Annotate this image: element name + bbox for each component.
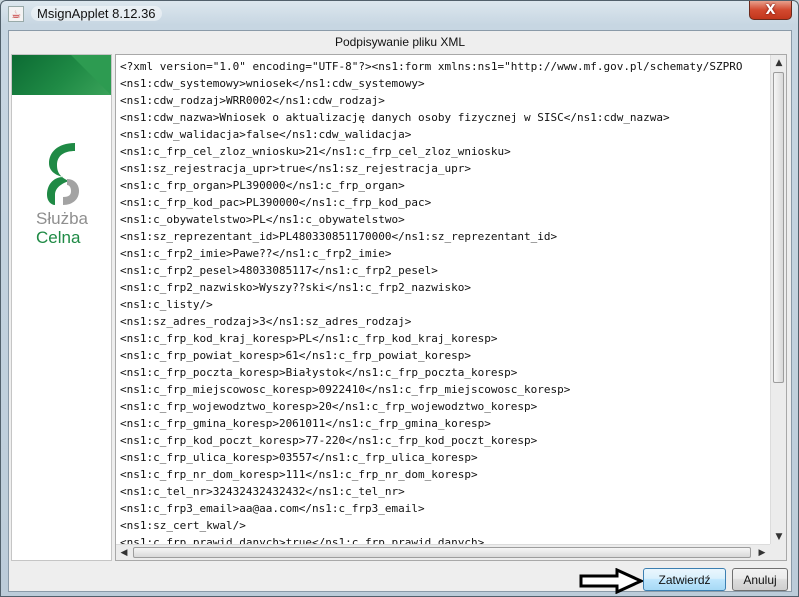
xml-line: <ns1:c_frp_poczta_koresp>Białystok</ns1:… xyxy=(120,366,518,379)
confirm-button[interactable]: Zatwierdź xyxy=(643,568,726,591)
xml-line: <ns1:cdw_nazwa>Wniosek o aktualizację da… xyxy=(120,111,670,124)
logo-panel: Służba Celna xyxy=(11,54,112,561)
cancel-button[interactable]: Anuluj xyxy=(732,568,788,591)
xml-line: <ns1:c_frp_wojewodztwo_koresp>20</ns1:c_… xyxy=(120,400,538,413)
xml-line: <ns1:c_frp_nr_dom_koresp>111</ns1:c_frp_… xyxy=(120,468,478,481)
horizontal-scroll-thumb[interactable] xyxy=(133,547,751,558)
xml-text-area[interactable]: <?xml version="1.0" encoding="UTF-8"?><n… xyxy=(120,58,770,544)
scroll-corner xyxy=(770,544,786,560)
xml-line: <ns1:c_frp_ulica_koresp>03557</ns1:c_frp… xyxy=(120,451,478,464)
logo-text-line2: Celna xyxy=(36,228,81,247)
logo-text-line1: Służba xyxy=(36,209,88,228)
xml-line: <ns1:c_frp2_nazwisko>Wyszy??ski</ns1:c_f… xyxy=(120,281,471,294)
xml-line: <ns1:c_frp3_email>aa@aa.com</ns1:c_frp3_… xyxy=(120,502,425,515)
xml-line: <ns1:cdw_rodzaj>WRR0002</ns1:cdw_rodzaj> xyxy=(120,94,385,107)
xml-line: <ns1:sz_adres_rodzaj>3</ns1:sz_adres_rod… xyxy=(120,315,412,328)
xml-line: <ns1:cdw_walidacja>false</ns1:cdw_walida… xyxy=(120,128,412,141)
xml-line: <?xml version="1.0" encoding="UTF-8"?><n… xyxy=(120,60,743,73)
xml-line: <ns1:sz_reprezentant_id>PL48033085117000… xyxy=(120,230,558,243)
xml-line: <ns1:sz_cert_kwal/> xyxy=(120,519,246,532)
dialog-client-area: Podpisywanie pliku XML Służba Celna <?xm… xyxy=(8,30,792,594)
xml-line: <ns1:c_frp_prawid_danych>true</ns1:c_frp… xyxy=(120,536,485,544)
scroll-right-icon[interactable]: ▶ xyxy=(754,545,770,560)
xml-line: <ns1:c_frp_cel_zloz_wniosku>21</ns1:c_fr… xyxy=(120,145,511,158)
window-title: MsignApplet 8.12.36 xyxy=(31,6,162,21)
xml-line: <ns1:c_frp_miejscowosc_koresp>0922410</n… xyxy=(120,383,571,396)
xml-line: <ns1:c_frp2_pesel>48033085117</ns1:c_frp… xyxy=(120,264,438,277)
title-bar[interactable]: ☕ MsignApplet 8.12.36 X xyxy=(1,1,798,27)
xml-line: <ns1:c_tel_nr>32432432432432</ns1:c_tel_… xyxy=(120,485,405,498)
horizontal-scrollbar[interactable]: ◀ ▶ xyxy=(116,544,770,560)
xml-line: <ns1:c_frp_kod_pac>PL390000</ns1:c_frp_k… xyxy=(120,196,432,209)
xml-line: <ns1:c_frp_organ>PL390000</ns1:c_frp_org… xyxy=(120,179,405,192)
xml-line: <ns1:c_listy/> xyxy=(120,298,213,311)
xml-content-panel[interactable]: <?xml version="1.0" encoding="UTF-8"?><n… xyxy=(115,54,787,561)
vertical-scrollbar[interactable]: ▲ ▼ xyxy=(770,55,786,545)
dialog-header: Podpisywanie pliku XML xyxy=(334,35,466,49)
logo-green-band xyxy=(12,55,111,95)
xml-line: <ns1:c_frp_kod_kraj_koresp>PL</ns1:c_frp… xyxy=(120,332,498,345)
vertical-scroll-thumb[interactable] xyxy=(773,72,784,383)
close-button[interactable]: X xyxy=(749,1,792,20)
scroll-down-icon[interactable]: ▼ xyxy=(771,529,786,545)
xml-line: <ns1:c_frp_kod_poczt_koresp>77-220</ns1:… xyxy=(120,434,538,447)
arrow-right-icon xyxy=(579,568,645,594)
xml-line: <ns1:c_obywatelstwo>PL</ns1:c_obywatelst… xyxy=(120,213,405,226)
scroll-up-icon[interactable]: ▲ xyxy=(771,55,786,71)
xml-line: <ns1:sz_rejestracja_upr>true</ns1:sz_rej… xyxy=(120,162,471,175)
xml-line: <ns1:c_frp_powiat_koresp>61</ns1:c_frp_p… xyxy=(120,349,471,362)
xml-line: <ns1:c_frp_gmina_koresp>2061011</ns1:c_f… xyxy=(120,417,491,430)
close-icon: X xyxy=(765,2,776,18)
xml-line: <ns1:c_frp2_imie>Pawe??</ns1:c_frp2_imie… xyxy=(120,247,392,260)
java-icon: ☕ xyxy=(8,6,24,22)
scroll-left-icon[interactable]: ◀ xyxy=(116,545,132,560)
applet-window: ☕ MsignApplet 8.12.36 X Podpisywanie pli… xyxy=(0,0,799,597)
xml-line: <ns1:cdw_systemowy>wniosek</ns1:cdw_syst… xyxy=(120,77,425,90)
customs-logo-icon xyxy=(47,143,79,205)
